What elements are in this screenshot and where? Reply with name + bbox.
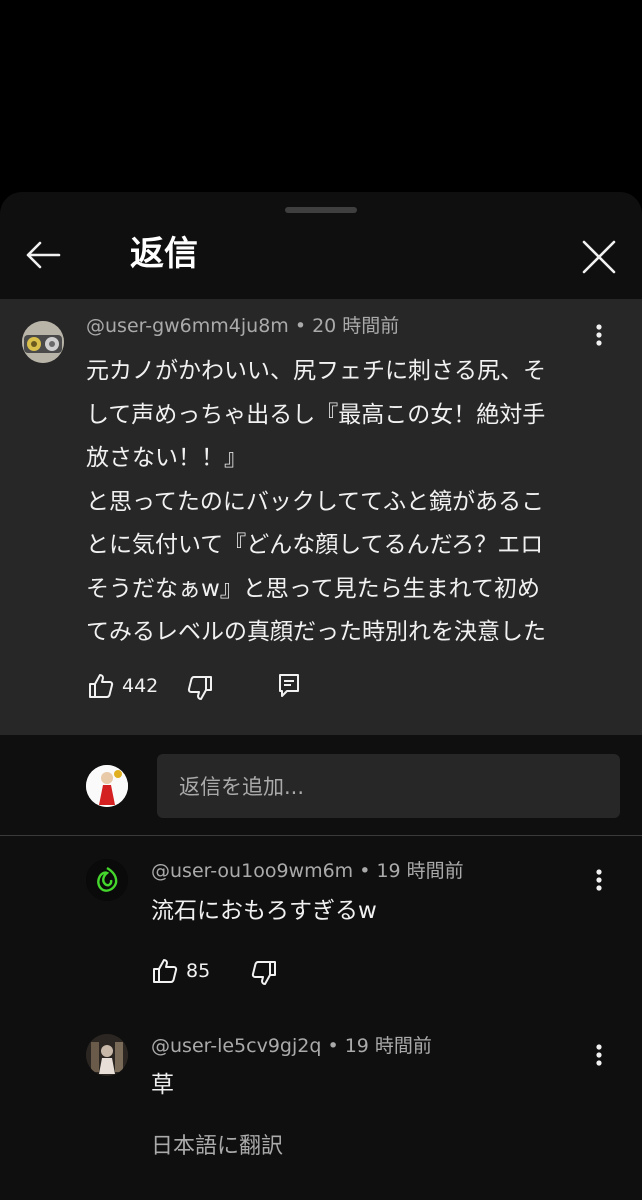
dislike-button[interactable] <box>251 960 277 986</box>
comment-menu-button[interactable] <box>584 860 614 900</box>
comment-meta: @user-le5cv9gj2q • 19 時間前 <box>151 1033 432 1059</box>
avatar[interactable] <box>86 1034 128 1076</box>
comment-meta: @user-ou1oo9wm6m • 19 時間前 <box>151 858 464 884</box>
dislike-button[interactable] <box>187 675 213 701</box>
comment-icon <box>279 674 299 697</box>
arrow-left-icon <box>26 241 61 269</box>
avatar-image <box>22 321 64 363</box>
like-button[interactable]: 85 <box>152 958 210 984</box>
avatar[interactable] <box>86 859 128 901</box>
more-vert-icon <box>596 869 602 891</box>
parent-comment: @user-gw6mm4ju8m • 20 時間前 元カノがかわいい、尻フェチに… <box>0 299 642 735</box>
avatar-image <box>86 1034 128 1076</box>
more-vert-icon <box>596 1044 602 1066</box>
comment-time: • 19 時間前 <box>321 1035 432 1057</box>
comment-author[interactable]: @user-gw6mm4ju8m <box>86 315 289 337</box>
thumbs-up-icon <box>153 959 178 983</box>
add-reply-input[interactable]: 返信を追加... <box>157 754 620 818</box>
comment-text: 草 <box>151 1072 174 1098</box>
close-button[interactable] <box>576 234 622 280</box>
thumbs-down-icon <box>251 961 276 985</box>
comment-text: 流石におもろすぎるw <box>151 898 377 924</box>
razer-logo-icon <box>86 859 128 901</box>
add-reply-placeholder: 返信を追加... <box>179 775 305 799</box>
thumbs-up-icon <box>89 674 114 698</box>
back-button[interactable] <box>22 234 64 276</box>
reply-button[interactable] <box>278 673 300 699</box>
page-title: 返信 <box>130 234 198 274</box>
my-avatar <box>86 765 128 807</box>
comment-time: • 20 時間前 <box>288 315 400 337</box>
comment-meta: @user-gw6mm4ju8m • 20 時間前 <box>86 313 399 339</box>
avatar[interactable] <box>22 321 64 363</box>
comment-author[interactable]: @user-le5cv9gj2q <box>151 1035 321 1057</box>
like-count: 442 <box>122 675 159 697</box>
close-icon <box>582 240 616 274</box>
comment-text: 元カノがかわいい、尻フェチに刺さる尻、そ して声めっちゃ出るし『最高この女！絶対… <box>86 358 546 645</box>
comment-menu-button[interactable] <box>584 1035 614 1075</box>
comment-author[interactable]: @user-ou1oo9wm6m <box>151 860 353 882</box>
thumbs-down-icon <box>187 676 212 700</box>
replies-sheet: 返信 @user-gw6mm4ju8m • 20 時間前 元カノがかわいい、尻フ… <box>0 192 642 1200</box>
translate-link[interactable]: 日本語に翻訳 <box>151 1128 283 1160</box>
more-vert-icon <box>596 324 602 346</box>
like-button[interactable]: 442 <box>88 673 158 699</box>
like-count: 85 <box>186 960 211 982</box>
drag-handle[interactable] <box>285 207 357 213</box>
comment-time: • 19 時間前 <box>353 860 464 882</box>
comment-menu-button[interactable] <box>584 315 614 355</box>
avatar-image <box>86 765 128 807</box>
add-reply-row: 返信を追加... <box>0 735 642 836</box>
